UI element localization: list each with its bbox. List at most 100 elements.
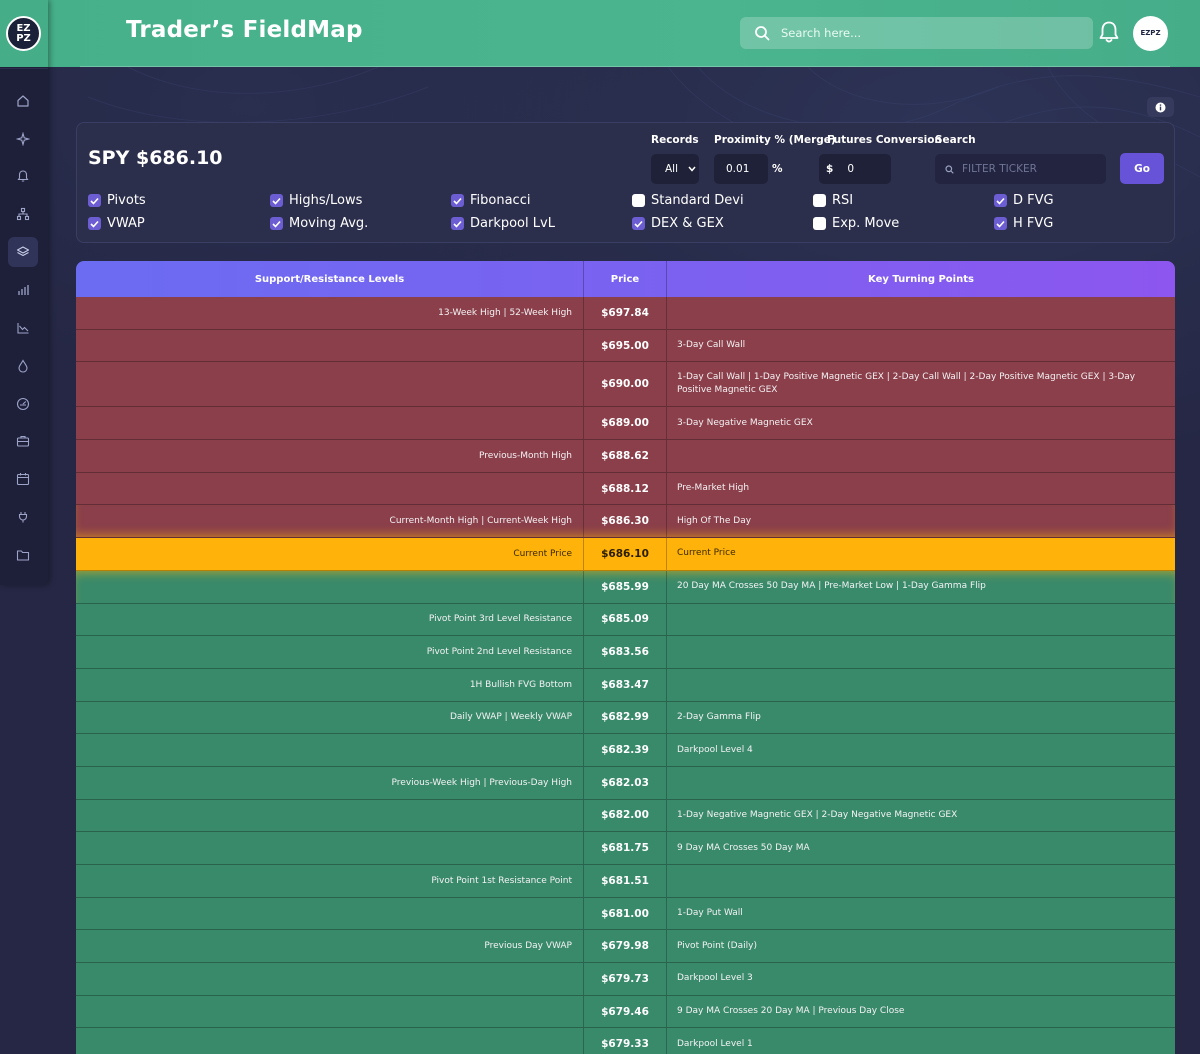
go-button[interactable]: Go — [1120, 153, 1164, 184]
filter-ticker-field[interactable] — [935, 154, 1106, 184]
sidebar-item-files[interactable] — [8, 540, 38, 570]
calendar-icon — [16, 473, 30, 486]
proximity-input[interactable]: 0.01 — [714, 154, 768, 184]
checkbox-checked[interactable] — [88, 194, 101, 207]
user-avatar[interactable]: EZPZ — [1133, 16, 1168, 51]
proximity-label: Proximity % (Merge) — [714, 134, 836, 146]
checkbox-unchecked[interactable] — [813, 217, 826, 230]
gauge-icon — [16, 397, 30, 411]
table-row[interactable]: Previous-Week High | Previous-Day High $6… — [76, 766, 1175, 800]
table-row[interactable]: Previous-Month High $688.62 — [76, 440, 1175, 473]
turning-point-cell: Pre-Market High — [677, 483, 750, 494]
checkbox-item[interactable]: Moving Avg. — [270, 216, 368, 231]
table-row[interactable]: Pivot Point 1st Resistance Point $681.51 — [76, 865, 1175, 898]
current-price-row[interactable]: Current Price $686.10 Current Price — [76, 538, 1175, 571]
level-cell — [76, 897, 584, 930]
table-row[interactable]: Current-Month High | Current-Week High $6… — [76, 505, 1175, 539]
level-cell — [76, 362, 584, 407]
sidebar-item-liquidity[interactable] — [8, 351, 38, 381]
sidebar-item-gauge[interactable] — [8, 389, 38, 419]
column-header-price[interactable]: Price — [584, 261, 667, 297]
info-button[interactable] — [1147, 97, 1174, 117]
checkbox-item[interactable]: VWAP — [88, 216, 145, 231]
price-cell: $679.33 — [584, 1028, 667, 1054]
level-cell — [76, 1028, 584, 1054]
price-cell: $681.75 — [584, 832, 667, 864]
table-row[interactable]: $679.46 9 Day MA Crosses 20 Day MA | Prev… — [76, 995, 1175, 1029]
price-cell: $679.98 — [584, 930, 667, 963]
table-row[interactable]: Daily VWAP | Weekly VWAP $682.99 2-Day Gam… — [76, 701, 1175, 735]
checkbox-item[interactable]: Standard Devi — [632, 193, 744, 208]
table-row[interactable]: $695.00 3-Day Call Wall — [76, 329, 1175, 363]
sidebar-item-network[interactable] — [8, 199, 38, 229]
sidebar-item-bars[interactable] — [8, 275, 38, 305]
checkbox-checked[interactable] — [451, 194, 464, 207]
column-header-turning-points[interactable]: Key Turning Points — [667, 261, 1175, 297]
global-search[interactable] — [740, 17, 1093, 49]
checkbox-item[interactable]: DEX & GEX — [632, 216, 724, 231]
sidebar-item-calendar[interactable] — [8, 464, 38, 494]
table-row[interactable]: $690.00 1-Day Call Wall | 1-Day Positive … — [76, 362, 1175, 408]
filter-ticker-input[interactable] — [962, 163, 1092, 175]
table-row[interactable]: $679.73 Darkpool Level 3 — [76, 963, 1175, 996]
checkbox-checked[interactable] — [994, 217, 1007, 230]
table-row[interactable]: Pivot Point 2nd Level Resistance $683.56 — [76, 636, 1175, 669]
level-cell — [76, 995, 584, 1028]
table-row[interactable]: $679.33 Darkpool Level 1 — [76, 1028, 1175, 1054]
table-row[interactable]: $685.99 20 Day MA Crosses 50 Day MA | Pre… — [76, 570, 1175, 604]
checkbox-checked[interactable] — [451, 217, 464, 230]
turning-point-cell: 3-Day Call Wall — [677, 340, 746, 351]
level-cell: Pivot Point 3rd Level Resistance — [76, 603, 584, 636]
level-cell: 13-Week High | 52-Week High — [76, 297, 584, 329]
controls-panel: SPY $686.10 Records All Proximity % (Mer… — [76, 122, 1175, 243]
sidebar-item-ai[interactable] — [8, 124, 38, 154]
price-cell: $682.00 — [584, 799, 667, 832]
sidebar-item-home[interactable] — [8, 86, 38, 116]
table-row[interactable]: Pivot Point 3rd Level Resistance $685.09 — [76, 603, 1175, 637]
checkbox-checked[interactable] — [632, 217, 645, 230]
table-row[interactable]: $689.00 3-Day Negative Magnetic GEX — [76, 407, 1175, 441]
price-cell: $688.12 — [584, 472, 667, 505]
checkbox-item[interactable]: RSI — [813, 193, 853, 208]
turning-point-cell — [667, 865, 1175, 897]
checkbox-item[interactable]: Pivots — [88, 193, 146, 208]
column-header-levels[interactable]: Support/Resistance Levels — [76, 261, 584, 297]
checkbox-unchecked[interactable] — [632, 194, 645, 207]
table-row[interactable]: $688.12 Pre-Market High — [76, 472, 1175, 506]
price-cell: $685.99 — [584, 570, 667, 603]
sidebar-item-integrations[interactable] — [8, 502, 38, 532]
checkbox-item[interactable]: D FVG — [994, 193, 1054, 208]
table-row[interactable]: $681.75 9 Day MA Crosses 50 Day MA — [76, 832, 1175, 865]
checkbox-checked[interactable] — [270, 217, 283, 230]
plug-icon — [18, 512, 28, 523]
notification-bell-icon[interactable] — [1098, 20, 1120, 44]
checkbox-checked[interactable] — [994, 194, 1007, 207]
sidebar: EZ PZ — [0, 0, 48, 585]
table-row[interactable]: 1H Bullish FVG Bottom $683.47 — [76, 668, 1175, 702]
table-row[interactable]: $682.00 1-Day Negative Magnetic GEX | 2-D… — [76, 799, 1175, 833]
sidebar-item-fieldmap[interactable] — [8, 237, 38, 267]
sidebar-item-alerts[interactable] — [8, 161, 38, 191]
sidebar-item-line[interactable] — [8, 313, 38, 343]
checkbox-item[interactable]: Darkpool LvL — [451, 216, 555, 231]
search-input[interactable] — [781, 26, 1071, 40]
level-cell: Current Price — [76, 538, 584, 570]
turning-point-cell: Darkpool Level 3 — [677, 973, 753, 984]
table-row[interactable]: $682.39 Darkpool Level 4 — [76, 734, 1175, 767]
checkbox-unchecked[interactable] — [813, 194, 826, 207]
checkbox-item[interactable]: Exp. Move — [813, 216, 899, 231]
records-label: Records — [651, 134, 699, 146]
futures-input[interactable]: $ 0 — [819, 154, 891, 184]
records-select[interactable]: All — [651, 154, 699, 184]
checkbox-item[interactable]: Highs/Lows — [270, 193, 362, 208]
table-row[interactable]: $681.00 1-Day Put Wall — [76, 897, 1175, 931]
app-logo[interactable]: EZ PZ — [6, 16, 41, 51]
bell-icon — [17, 170, 29, 182]
checkbox-checked[interactable] — [88, 217, 101, 230]
table-row[interactable]: 13-Week High | 52-Week High $697.84 — [76, 297, 1175, 330]
checkbox-checked[interactable] — [270, 194, 283, 207]
table-row[interactable]: Previous Day VWAP $679.98 Pivot Point (Dai… — [76, 930, 1175, 964]
checkbox-item[interactable]: Fibonacci — [451, 193, 530, 208]
checkbox-item[interactable]: H FVG — [994, 216, 1053, 231]
sidebar-item-portfolio[interactable] — [8, 426, 38, 456]
